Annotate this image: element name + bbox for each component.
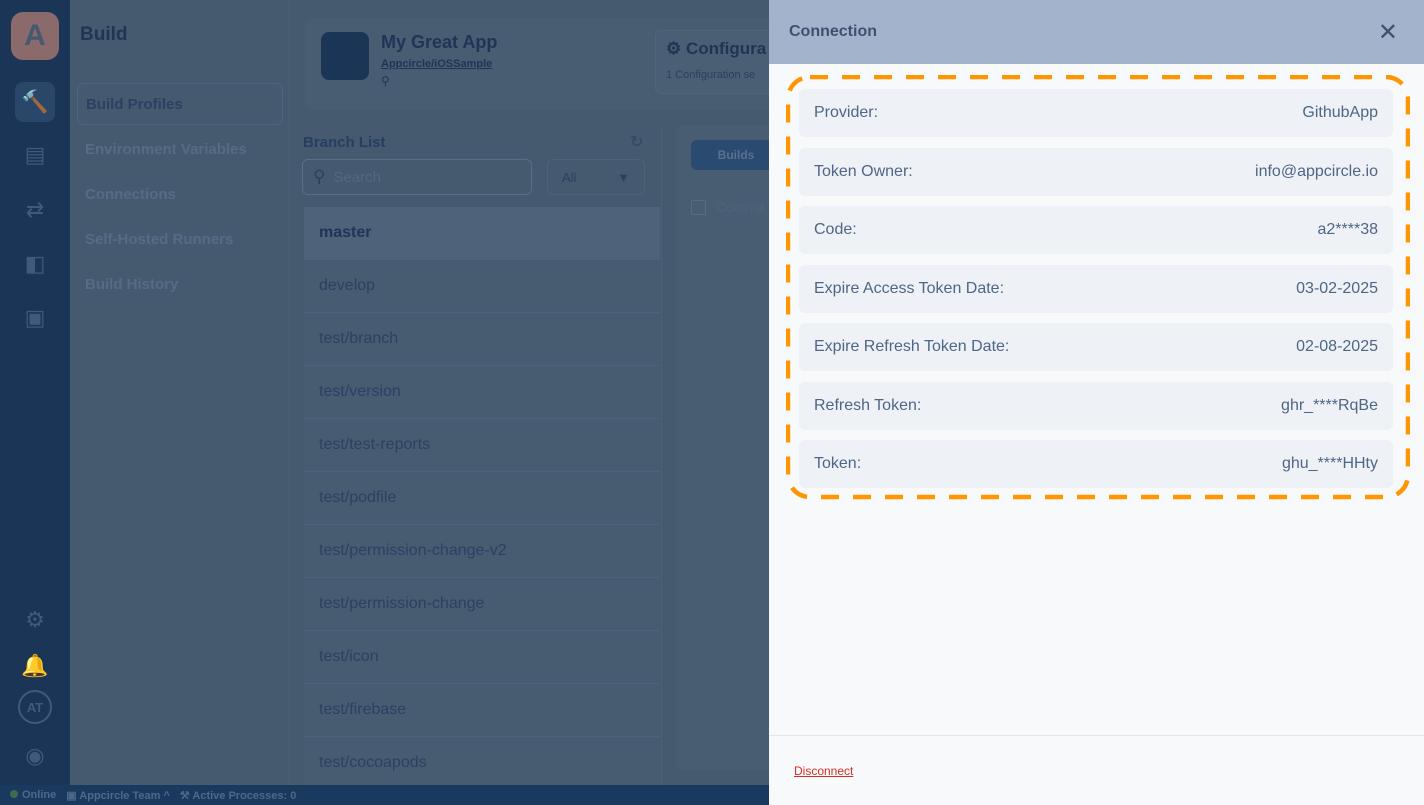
submenu-environment-variables[interactable]: Environment Variables	[77, 128, 283, 170]
config-subtitle: 1 Configuration se	[666, 69, 756, 81]
branch-item[interactable]: test/branch	[304, 313, 660, 366]
connection-row: Expire Access Token Date: 03-02-2025	[799, 264, 1393, 313]
row-label: Code:	[814, 221, 857, 238]
store-submission-icon[interactable]: ◧	[15, 244, 55, 284]
branch-list-panel: Branch List ↻ ⚲ Search All ▼ master devel…	[292, 125, 662, 790]
row-value: ghr_****RqBe	[1281, 396, 1378, 414]
connection-row: Code: a2****38	[799, 206, 1393, 254]
row-label: Provider:	[814, 104, 879, 121]
branch-list: master develop test/branch test/version test…	[304, 207, 660, 790]
distribution-icon[interactable]: ⇄	[15, 190, 55, 230]
row-value: 03-02-2025	[1296, 279, 1378, 297]
online-status: Online	[10, 789, 56, 801]
panel-footer: Disconnect	[769, 735, 1424, 805]
organization-avatar[interactable]: AT	[18, 690, 52, 724]
row-value: ghu_****HHty	[1281, 455, 1378, 472]
row-value: GithubApp	[1302, 104, 1378, 121]
connection-row: Token Owner: info@appcircle.io	[799, 147, 1393, 196]
row-value: a2****38	[1317, 221, 1379, 238]
connection-row: Refresh Token: ghr_****RqBe	[799, 381, 1393, 430]
configuration-card[interactable]: ⚙ Configura 1 Configuration se	[655, 30, 775, 94]
main-nav: A 🔨 ▤ ⇄ ◧ ▣ ⚙ 🔔 AT ◉	[0, 0, 70, 785]
branch-item[interactable]: master	[304, 207, 660, 260]
submenu-self-hosted-runners[interactable]: Self-Hosted Runners	[77, 218, 283, 260]
branch-item[interactable]: test/test-reports	[304, 419, 660, 472]
branch-item[interactable]: test/cocoapods	[304, 737, 660, 790]
row-label: Token:	[814, 455, 862, 472]
branch-item[interactable]: test/firebase	[304, 684, 660, 737]
notification-bell-icon[interactable]: 🔔	[15, 646, 55, 686]
apple-icon	[321, 32, 369, 80]
row-label: Refresh Token:	[814, 396, 922, 414]
enterprise-store-icon[interactable]: ▣	[15, 298, 55, 338]
signing-identities-icon[interactable]: ▤	[15, 135, 55, 175]
branch-item[interactable]: test/permission-change-v2	[304, 525, 660, 578]
online-dot-icon	[10, 790, 18, 798]
user-profile-icon[interactable]: ◉	[15, 736, 55, 776]
chevron-down-icon: ▼	[617, 169, 630, 185]
submenu-connections[interactable]: Connections	[77, 173, 283, 215]
search-placeholder: Search	[333, 168, 381, 186]
config-title: Configura	[685, 39, 767, 58]
select-all-checkbox[interactable]	[691, 199, 706, 215]
connection-panel: Connection ✕ Provider: GithubApp Token Own…	[769, 0, 1424, 805]
branch-list-title: Branch List	[303, 134, 386, 151]
refresh-icon[interactable]: ↻	[630, 132, 643, 152]
branch-filter-select[interactable]: All ▼	[547, 159, 645, 195]
submenu-build-history[interactable]: Build History	[77, 263, 283, 305]
tab-builds[interactable]: Builds	[691, 140, 781, 170]
row-label: Token Owner:	[814, 162, 913, 180]
connection-details: Provider: GithubApp Token Owner: info@appci…	[799, 89, 1393, 499]
branch-item[interactable]: test/podfile	[304, 472, 660, 525]
commit-header: Commit	[716, 199, 765, 215]
disconnect-link[interactable]: Disconnect	[794, 764, 853, 778]
branch-item[interactable]: test/icon	[304, 631, 660, 684]
submenu-build-profiles[interactable]: Build Profiles	[77, 83, 283, 125]
builds-area: Builds Commit	[676, 125, 781, 770]
team-switcher[interactable]: ▣ Appcircle Team ^	[66, 789, 170, 802]
row-label: Expire Refresh Token Date:	[814, 338, 1010, 355]
branch-search-input[interactable]: ⚲ Search	[302, 159, 532, 195]
search-icon: ⚲	[313, 167, 326, 186]
branch-item[interactable]: test/permission-change	[304, 578, 660, 631]
connection-row: Token: ghu_****HHty	[799, 440, 1393, 488]
appcircle-logo[interactable]: A	[11, 12, 59, 60]
close-icon[interactable]: ✕	[1378, 18, 1398, 47]
filter-value: All	[562, 169, 577, 185]
branch-item[interactable]: test/version	[304, 366, 660, 419]
submenu-title: Build	[80, 24, 128, 45]
gear-icon: ⚙	[666, 39, 686, 58]
integrations-icon[interactable]: ⚙	[15, 600, 55, 640]
repo-link[interactable]: Appcircle/iOSSample	[381, 58, 492, 70]
connection-row: Expire Refresh Token Date: 02-08-2025	[799, 323, 1393, 371]
build-submenu: Build Build Profiles Environment Variabl…	[70, 0, 290, 785]
panel-title: Connection	[789, 23, 877, 40]
panel-header: Connection ✕	[769, 0, 1424, 64]
repo-structure-icon: ⚲	[381, 74, 390, 88]
active-processes[interactable]: ⚒ Active Processes: 0	[180, 789, 296, 802]
row-label: Expire Access Token Date:	[814, 279, 1005, 297]
branch-item[interactable]: develop	[304, 260, 660, 313]
status-bar: Online ▣ Appcircle Team ^ ⚒ Active Proce…	[0, 785, 769, 805]
app-name: My Great App	[381, 32, 498, 52]
row-value: info@appcircle.io	[1255, 162, 1378, 180]
row-value: 02-08-2025	[1296, 338, 1378, 355]
build-icon[interactable]: 🔨	[15, 82, 55, 122]
connection-row: Provider: GithubApp	[799, 89, 1393, 137]
